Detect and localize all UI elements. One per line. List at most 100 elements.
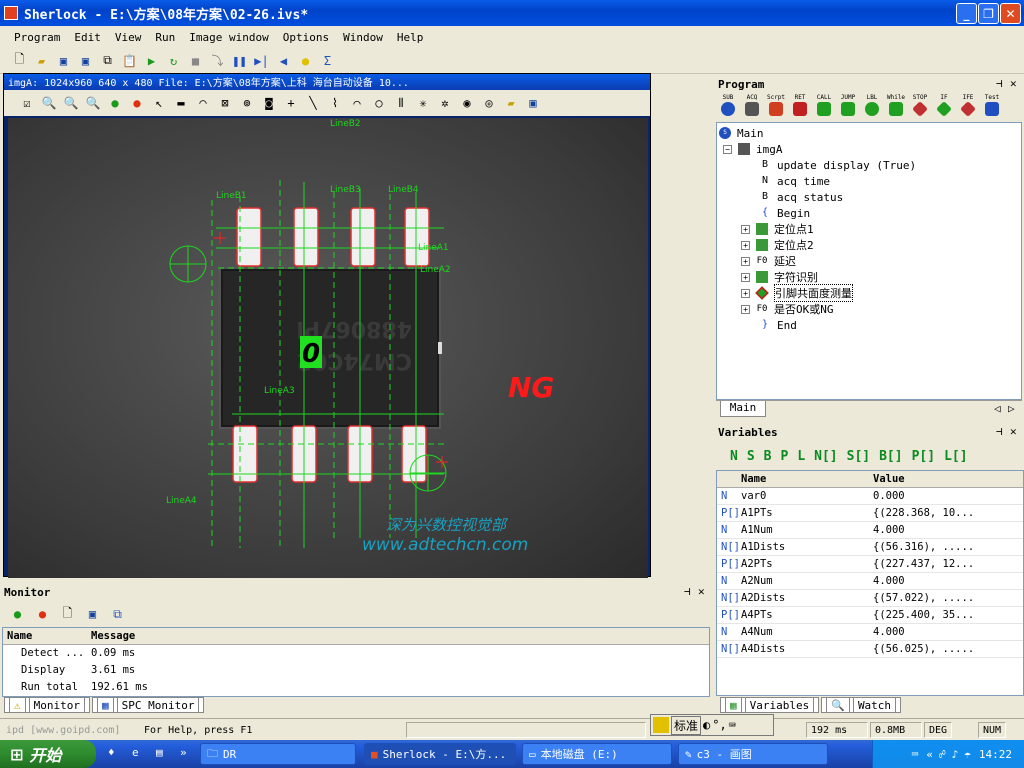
open-icon[interactable]: ▰ [32,51,51,70]
arc-icon[interactable]: ⌒ [348,94,366,112]
paste-icon[interactable]: 📋 [120,51,139,70]
tool-test[interactable]: Test [982,94,1002,122]
task-sherlock[interactable]: ■ Sherlock - E:\方... [364,743,516,765]
rake-icon[interactable]: ⦀ [392,94,410,112]
menu-options[interactable]: Options [283,31,329,44]
pin-icon[interactable]: ⊣ [684,585,691,598]
tree-item-main[interactable]: S Main [719,125,764,141]
circle-rect-icon[interactable]: ⊚ [238,94,256,112]
monitor-new-icon[interactable]: 🗋 [58,605,77,624]
table-row[interactable]: Display 3.61 ms [3,662,709,679]
zoom-fit-icon[interactable]: 🔍 [84,94,102,112]
quicklaunch-icon[interactable]: ♦ [108,746,115,759]
select-icon[interactable]: ☑ [18,94,36,112]
tray-network-icon[interactable]: ☍ [939,748,946,761]
tool-jump[interactable]: JUMP [838,94,858,122]
ime-mode[interactable]: 标准 [671,715,702,735]
table-row[interactable]: P[] A4PTs {(225.400, 35... [717,607,1023,624]
tree-item-begin[interactable]: {Begin [759,205,810,221]
ime-logo-icon[interactable] [653,717,669,733]
add-string-var[interactable]: S [747,449,755,464]
table-row[interactable]: N[] A1Dists {(56.316), ..... [717,539,1023,556]
tree-item-locate-2[interactable]: + 定位点2 [741,237,814,253]
desktop-icon[interactable]: ▤ [156,746,163,759]
save-roi-icon[interactable]: ▣ [524,94,542,112]
ime-keyboard-icon[interactable]: ⌨ [729,718,736,732]
tree-item-delay[interactable]: + F0 延迟 [741,253,796,269]
zoom-in-icon[interactable]: 🔍 [62,94,80,112]
polyline-icon[interactable]: ⌇ [326,94,344,112]
monitor-options-icon[interactable]: ⧉ [108,605,127,624]
table-row[interactable]: Nvar0 0.000 [717,488,1023,505]
tool-acq[interactable]: ACQ [742,94,762,122]
tab-scroll-left-icon[interactable]: ◁ [994,402,1001,418]
panel-close-icon[interactable]: ✕ [1010,425,1017,438]
menu-view[interactable]: View [115,31,142,44]
tool-ret[interactable]: RET [790,94,810,122]
tool-stop[interactable]: STOP [910,94,930,122]
tree-item-ocr[interactable]: + 字符识别 [741,269,818,285]
table-row[interactable]: N A2Num 4.000 [717,573,1023,590]
tool-while[interactable]: While [886,94,906,122]
spoke-icon[interactable]: ✳ [414,94,432,112]
zoom-out-icon[interactable]: 🔍 [40,94,58,112]
menu-edit[interactable]: Edit [74,31,101,44]
tree-item-ok-ng[interactable]: + F0 是否OK或NG [741,301,834,317]
tab-scroll-right-icon[interactable]: ▷ [1008,402,1015,418]
ime-punct-icon[interactable]: °, [712,718,726,732]
sigma-icon[interactable]: Σ [318,51,337,70]
tool-lbl[interactable]: LBL [862,94,882,122]
annulus-arc-icon[interactable]: ◉ [458,94,476,112]
col-message[interactable]: Message [91,630,135,642]
ime-width-icon[interactable]: ◐ [703,718,710,732]
clock[interactable]: 14:22 [979,748,1012,761]
monitor-start-icon[interactable]: ● [8,605,27,624]
task-dr[interactable]: 🗀 DR [200,743,356,765]
add-number-var[interactable]: N [730,449,738,464]
monitor-save-icon[interactable]: ▣ [83,605,102,624]
table-row[interactable]: N[] A2Dists {(57.022), ..... [717,590,1023,607]
tool-script[interactable]: Scrpt [766,94,786,122]
tree-item-locate-1[interactable]: + 定位点1 [741,221,814,237]
maximize-button[interactable]: ❐ [978,3,999,24]
table-row[interactable]: Detect ... 0.09 ms [3,645,709,662]
menu-window[interactable]: Window [343,31,383,44]
add-bool-var[interactable]: B [764,449,772,464]
panel-close-icon[interactable]: ✕ [698,585,705,598]
task-paint[interactable]: ✎ c3 - 画图 [678,743,828,765]
tree-item-acq-time[interactable]: Nacq time [759,173,830,189]
halt-icon[interactable]: ● [128,94,146,112]
col-value[interactable]: Value [873,473,905,485]
save-all-icon[interactable]: ▣ [76,51,95,70]
tab-spc-monitor[interactable]: ▦ SPC Monitor [91,697,205,713]
annulus-icon[interactable]: ◎ [480,94,498,112]
bulb-icon[interactable]: ● [296,51,315,70]
stop-icon[interactable]: ■ [186,51,205,70]
menu-run[interactable]: Run [155,31,175,44]
circle-icon[interactable]: ○ [370,94,388,112]
tree-item-update-display[interactable]: Bupdate display (True) [759,157,916,173]
line-icon[interactable]: ╲ [304,94,322,112]
add-string-array[interactable]: S[] [847,449,870,464]
reset-icon[interactable]: ◀ [274,51,293,70]
panel-close-icon[interactable]: ✕ [1010,77,1017,90]
tab-monitor[interactable]: ⚠ Monitor [4,697,90,713]
table-row[interactable]: Run total 192.61 ms [3,679,709,696]
pause-icon[interactable]: ❚❚ [230,51,249,70]
tray-ime-icon[interactable]: ⌨ [912,748,919,761]
table-row[interactable]: P[] A2PTs {(227.437, 12... [717,556,1023,573]
rectangle-roi-icon[interactable]: ▬ [172,94,190,112]
table-row[interactable]: N A4Num 4.000 [717,624,1023,641]
tab-main[interactable]: Main [720,401,766,417]
star-icon[interactable]: ✲ [436,94,454,112]
step-icon[interactable]: ⤵ [208,51,227,70]
menu-program[interactable]: Program [14,31,60,44]
cross-rect-icon[interactable]: ⊠ [216,94,234,112]
arc-roi-icon[interactable]: ◠ [194,94,212,112]
task-local-disk[interactable]: ▭ 本地磁盘 (E:) [522,743,672,765]
table-row[interactable]: N[] A4Dists {(56.025), ..... [717,641,1023,658]
pointer-icon[interactable]: ↖ [150,94,168,112]
pin-icon[interactable]: ⊣ [996,77,1003,90]
start-button[interactable]: ⊞ 开始 [0,740,96,768]
tree-item-coplanarity[interactable]: + 引脚共面度测量 [741,284,853,302]
